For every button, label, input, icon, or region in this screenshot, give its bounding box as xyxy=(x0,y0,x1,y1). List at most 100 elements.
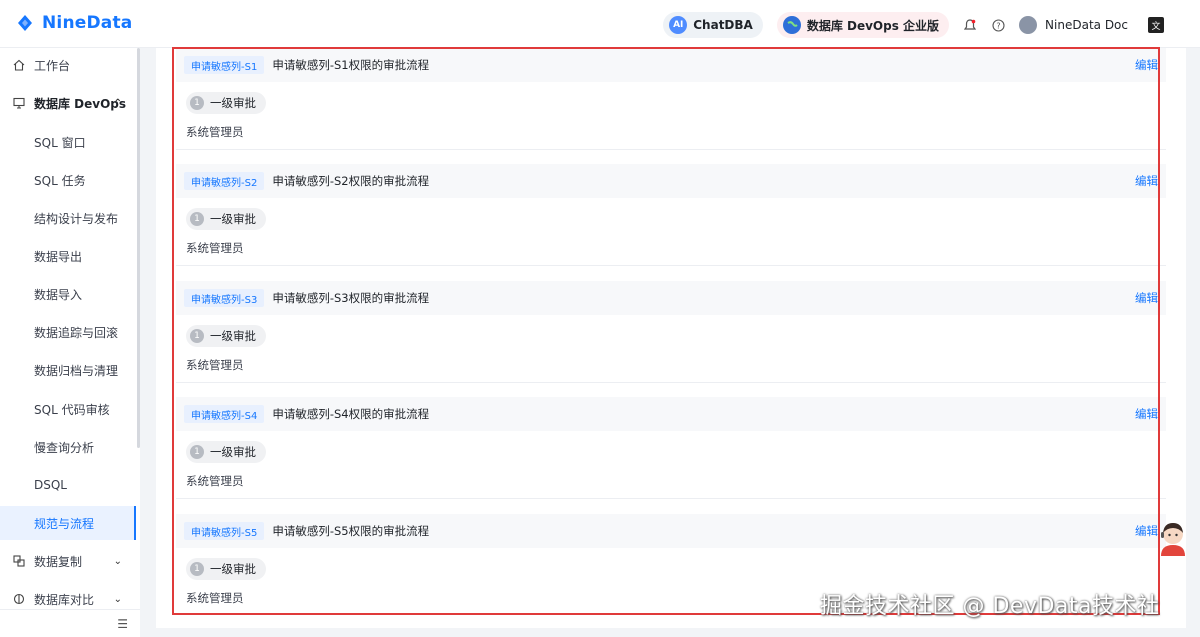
sidebar-item-sql-task[interactable]: SQL 任务 xyxy=(0,163,136,197)
sidebar-item-label: 数据归档与清理 xyxy=(34,363,119,378)
assistant-avatar-icon[interactable] xyxy=(1157,520,1189,556)
flow-title: 申请敏感列-S2权限的审批流程 xyxy=(272,174,430,188)
sidebar-item-label: 数据复制 xyxy=(34,554,83,569)
sidebar-item-label: SQL 代码审核 xyxy=(34,402,110,417)
approval-step: 1 一级审批 xyxy=(186,92,266,114)
sidebar-item-label: 数据导出 xyxy=(34,249,83,264)
flow-title: 申请敏感列-S1权限的审批流程 xyxy=(272,58,430,72)
approver-role: 系统管理员 xyxy=(186,241,244,255)
flow-header: 申请敏感列-S3 申请敏感列-S3权限的审批流程 编辑 xyxy=(176,281,1166,315)
chevron-down-icon: ⌄ xyxy=(113,555,122,567)
flow-tag: 申请敏感列-S4 xyxy=(184,405,265,423)
sidebar-item-data-archive[interactable]: 数据归档与清理 xyxy=(0,353,136,387)
sidebar-item-dsql[interactable]: DSQL xyxy=(0,468,136,502)
sidebar-item-schema-design[interactable]: 结构设计与发布 xyxy=(0,201,136,235)
approval-flow-list: 申请敏感列-S1 申请敏感列-S1权限的审批流程 编辑 1 一级审批 系统管理员… xyxy=(156,48,1186,628)
sidebar: 工作台 数据库 DevOps ⌃ SQL 窗口 SQL 任务 结构设计与发布 数… xyxy=(0,48,140,637)
translate-icon[interactable]: 文 xyxy=(1148,17,1164,33)
edit-link[interactable]: 编辑 xyxy=(1135,173,1158,189)
compare-icon xyxy=(12,592,26,606)
step-label: 一级审批 xyxy=(210,329,256,343)
approver-role: 系统管理员 xyxy=(186,125,244,139)
flow-title: 申请敏感列-S4权限的审批流程 xyxy=(272,407,430,421)
flow-title: 申请敏感列-S5权限的审批流程 xyxy=(272,524,430,538)
flow-header: 申请敏感列-S5 申请敏感列-S5权限的审批流程 编辑 xyxy=(176,514,1166,548)
step-number: 1 xyxy=(190,445,204,459)
svg-text:?: ? xyxy=(996,21,1000,30)
devops-label: 数据库 DevOps 企业版 xyxy=(806,18,940,33)
flow-header: 申请敏感列-S4 申请敏感列-S4权限的审批流程 编辑 xyxy=(176,397,1166,431)
sidebar-item-label: 规范与流程 xyxy=(34,516,95,531)
sidebar-item-label: 结构设计与发布 xyxy=(34,211,119,226)
divider xyxy=(176,149,1166,150)
sidebar-item-label: 工作台 xyxy=(34,58,71,73)
sidebar-collapse-bar: ☰ xyxy=(0,609,140,637)
step-label: 一级审批 xyxy=(210,212,256,226)
edit-link[interactable]: 编辑 xyxy=(1135,290,1158,306)
doc-link[interactable]: NineData Doc xyxy=(1019,16,1128,34)
sidebar-item-label: 数据追踪与回滚 xyxy=(34,325,119,340)
logo-text: NineData xyxy=(42,13,133,33)
doc-avatar-icon xyxy=(1019,16,1038,34)
help-icon[interactable]: ? xyxy=(991,18,1005,32)
sidebar-item-data-replication[interactable]: 数据复制 ⌄ xyxy=(0,544,136,578)
approval-flow-card: 申请敏感列-S3 申请敏感列-S3权限的审批流程 编辑 1 一级审批 系统管理员 xyxy=(176,281,1166,385)
flow-tag: 申请敏感列-S3 xyxy=(184,289,265,307)
step-number: 1 xyxy=(190,212,204,226)
step-label: 一级审批 xyxy=(210,96,256,110)
sidebar-item-workbench[interactable]: 工作台 xyxy=(0,48,136,82)
top-header: NineData AI ChatDBA 数据库 DevOps 企业版 ? Nin… xyxy=(0,0,1200,48)
edit-link[interactable]: 编辑 xyxy=(1135,406,1158,422)
chevron-down-icon: ⌄ xyxy=(113,593,122,605)
collapse-menu-icon[interactable]: ☰ xyxy=(117,617,128,631)
edit-link[interactable]: 编辑 xyxy=(1135,57,1158,73)
approval-step: 1 一级审批 xyxy=(186,208,266,230)
approval-flow-card: 申请敏感列-S4 申请敏感列-S4权限的审批流程 编辑 1 一级审批 系统管理员 xyxy=(176,397,1166,501)
step-label: 一级审批 xyxy=(210,562,256,576)
doc-label: NineData Doc xyxy=(1045,18,1128,32)
step-number: 1 xyxy=(190,96,204,110)
chatdba-label: ChatDBA xyxy=(693,18,753,32)
approver-role: 系统管理员 xyxy=(186,358,244,372)
home-icon xyxy=(12,58,26,72)
edit-link[interactable]: 编辑 xyxy=(1135,523,1158,539)
chatdba-button[interactable]: AI ChatDBA xyxy=(663,12,763,38)
sidebar-item-label: 慢查询分析 xyxy=(34,440,95,455)
step-number: 1 xyxy=(190,329,204,343)
ai-icon: AI xyxy=(669,16,688,34)
flow-header: 申请敏感列-S2 申请敏感列-S2权限的审批流程 编辑 xyxy=(176,164,1166,198)
sidebar-item-sql-window[interactable]: SQL 窗口 xyxy=(0,125,136,159)
sidebar-item-sql-review[interactable]: SQL 代码审核 xyxy=(0,392,136,426)
approval-flow-card: 申请敏感列-S1 申请敏感列-S1权限的审批流程 编辑 1 一级审批 系统管理员 xyxy=(176,48,1166,152)
notification-bell-icon[interactable] xyxy=(963,18,977,32)
approver-role: 系统管理员 xyxy=(186,474,244,488)
flow-tag: 申请敏感列-S5 xyxy=(184,522,265,540)
sidebar-scrollbar[interactable] xyxy=(137,48,140,448)
replicate-icon xyxy=(12,554,26,568)
ninedata-logo-icon xyxy=(14,12,36,34)
divider xyxy=(176,382,1166,383)
step-label: 一级审批 xyxy=(210,445,256,459)
divider xyxy=(176,498,1166,499)
sidebar-item-database-devops[interactable]: 数据库 DevOps ⌃ xyxy=(0,86,136,120)
sidebar-item-label: 数据导入 xyxy=(34,287,83,302)
flow-tag: 申请敏感列-S2 xyxy=(184,172,265,190)
logo[interactable]: NineData xyxy=(14,12,132,34)
sidebar-item-data-tracking[interactable]: 数据追踪与回滚 xyxy=(0,315,136,349)
sidebar-item-spec-flow[interactable]: 规范与流程 xyxy=(0,506,136,540)
chevron-up-icon: ⌃ xyxy=(113,97,122,109)
watermark-text: 掘金技术社区 @ DevData技术社 xyxy=(820,594,1160,619)
divider xyxy=(176,265,1166,266)
sidebar-item-slow-query[interactable]: 慢查询分析 xyxy=(0,430,136,464)
approval-step: 1 一级审批 xyxy=(186,441,266,463)
approval-step: 1 一级审批 xyxy=(186,325,266,347)
sidebar-item-label: SQL 窗口 xyxy=(34,135,86,150)
devops-edition-button[interactable]: 数据库 DevOps 企业版 xyxy=(776,12,950,38)
sidebar-item-label: 数据库对比 xyxy=(34,592,95,607)
globe-icon xyxy=(782,16,801,34)
sidebar-item-label: SQL 任务 xyxy=(34,173,86,188)
sidebar-item-data-export[interactable]: 数据导出 xyxy=(0,239,136,273)
sidebar-item-data-import[interactable]: 数据导入 xyxy=(0,277,136,311)
sidebar-item-label: DSQL xyxy=(34,478,67,492)
flow-header: 申请敏感列-S1 申请敏感列-S1权限的审批流程 编辑 xyxy=(176,48,1166,82)
